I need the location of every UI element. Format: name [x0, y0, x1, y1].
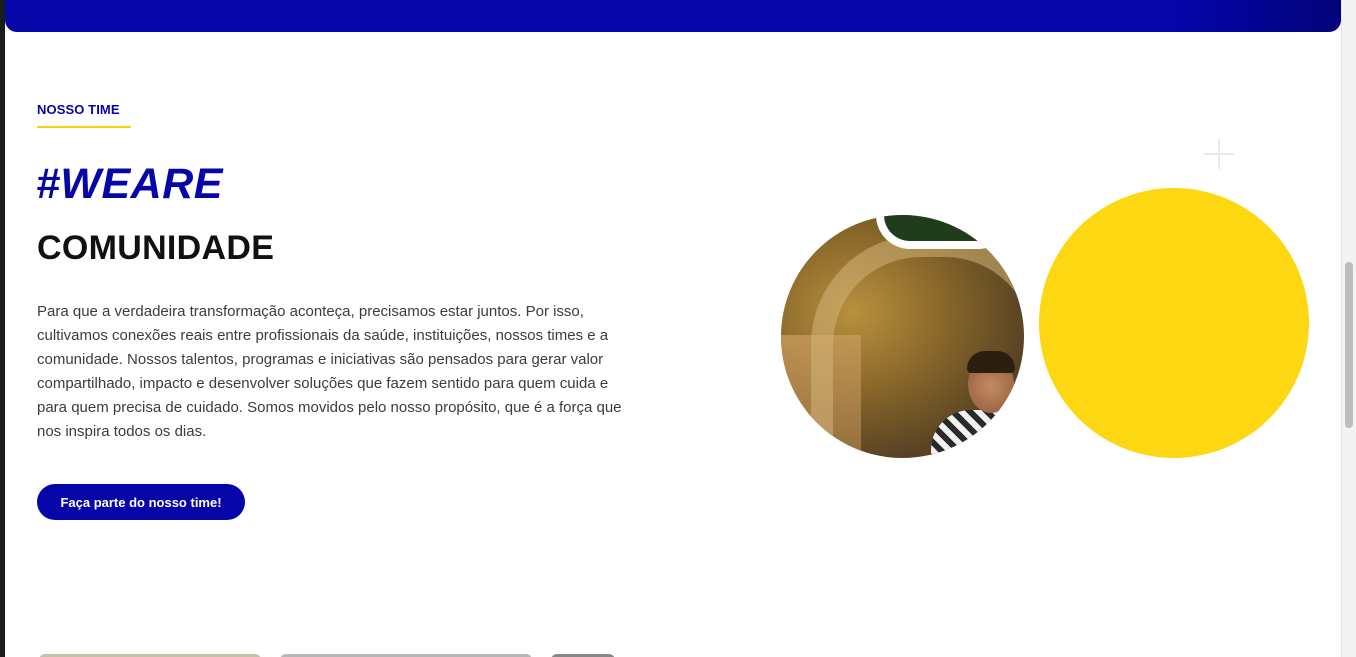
join-team-button[interactable]: Faça parte do nosso time!	[37, 484, 245, 520]
section-body-text: Para que a verdadeira transformação acon…	[37, 303, 622, 440]
hashtag-title: #WEARE	[36, 160, 223, 208]
photo-person-hair	[967, 351, 1015, 373]
team-member-photo	[781, 215, 1024, 458]
page: NOSSO TIME #WEARE COMUNIDADE Para que a …	[5, 0, 1341, 657]
eyebrow-underline	[37, 126, 131, 128]
plus-icon	[1204, 139, 1234, 169]
section-eyebrow: NOSSO TIME	[37, 102, 120, 117]
section-headline: COMUNIDADE	[37, 229, 275, 267]
yellow-circle-decoration	[1039, 188, 1309, 458]
photo-top-accent	[876, 215, 1012, 249]
scrollbar-thumb[interactable]	[1345, 262, 1353, 428]
top-banner	[5, 0, 1341, 32]
